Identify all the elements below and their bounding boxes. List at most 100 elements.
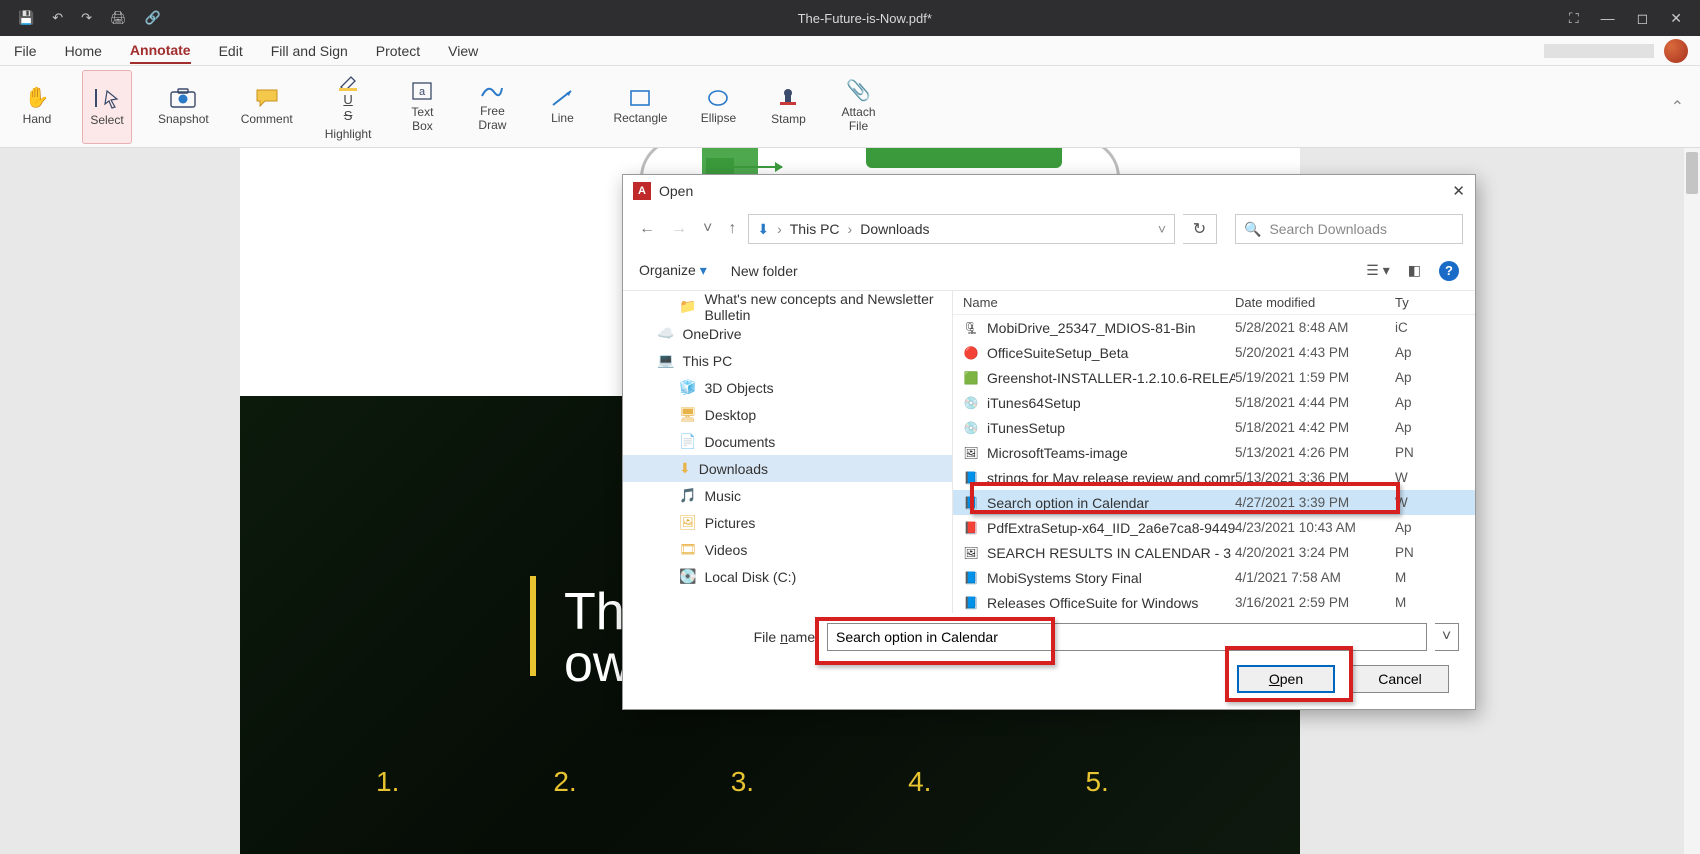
tree-item[interactable]: 📁What's new concepts and Newsletter Bull…	[623, 293, 952, 320]
undo-icon[interactable]: ↶	[52, 10, 63, 26]
step-2: 2.	[553, 766, 576, 798]
tree-item[interactable]: 🎵Music	[623, 482, 952, 509]
file-name-input[interactable]	[827, 623, 1427, 651]
file-row[interactable]: 📘Releases OfficeSuite for Windows3/16/20…	[953, 590, 1475, 613]
scrollbar-thumb[interactable]	[1686, 152, 1698, 194]
file-icon: 📘	[963, 495, 979, 511]
redo-icon[interactable]: ↷	[81, 10, 92, 26]
menu-fill-sign[interactable]: Fill and Sign	[271, 39, 348, 63]
step-numbers: 1. 2. 3. 4. 5.	[376, 766, 1109, 798]
file-row[interactable]: 🖼MicrosoftTeams-image5/13/2021 4:26 PMPN	[953, 440, 1475, 465]
tree-item[interactable]: 🖥Desktop	[623, 401, 952, 428]
file-row[interactable]: 📘Search option in Calendar4/27/2021 3:39…	[953, 490, 1475, 515]
col-name[interactable]: Name	[963, 295, 1235, 310]
help-icon[interactable]: ?	[1439, 261, 1459, 281]
cancel-button[interactable]: Cancel	[1351, 665, 1449, 693]
heading-fragment-2: ow	[564, 634, 630, 694]
tool-select[interactable]: Select	[82, 70, 132, 144]
tool-stamp[interactable]: Stamp	[763, 70, 813, 144]
view-mode-icon[interactable]: ☰ ▾	[1366, 262, 1389, 279]
tool-highlight[interactable]: U S Highlight	[319, 70, 378, 144]
file-row[interactable]: 📘strings for May release review and comm…	[953, 465, 1475, 490]
tool-rectangle[interactable]: Rectangle	[607, 70, 673, 144]
vertical-scrollbar[interactable]	[1684, 148, 1700, 854]
tool-freedraw[interactable]: Free Draw	[467, 70, 517, 144]
tool-hand-label: Hand	[23, 112, 52, 126]
refresh-button[interactable]: ↻	[1183, 214, 1217, 244]
menu-home[interactable]: Home	[65, 39, 102, 63]
menu-view[interactable]: View	[448, 39, 478, 63]
open-button[interactable]: Open	[1237, 665, 1335, 693]
close-window-icon[interactable]: ✕	[1670, 10, 1682, 27]
tool-textbox[interactable]: a Text Box	[397, 70, 447, 144]
col-type[interactable]: Ty	[1395, 295, 1437, 310]
rectangle-icon	[629, 89, 651, 107]
nav-history-icon[interactable]: ˅	[699, 216, 716, 242]
nav-back-icon[interactable]: ←	[635, 216, 659, 242]
user-avatar[interactable]	[1664, 39, 1688, 63]
file-name: MobiSystems Story Final	[987, 570, 1142, 586]
breadcrumb-bar[interactable]: ⬇ › This PC › Downloads ˅	[748, 214, 1175, 244]
tree-item[interactable]: 💽Local Disk (C:)	[623, 563, 952, 590]
file-row[interactable]: 🔴OfficeSuiteSetup_Beta5/20/2021 4:43 PMA…	[953, 340, 1475, 365]
file-list[interactable]: Name Date modified Ty 🗜MobiDrive_25347_M…	[953, 291, 1475, 613]
file-name: iTunes64Setup	[987, 395, 1081, 411]
tree-item-label: Music	[704, 488, 741, 504]
minimize-icon[interactable]: —	[1601, 10, 1615, 26]
step-5: 5.	[1085, 766, 1108, 798]
nav-up-icon[interactable]: ↑	[724, 216, 740, 242]
menu-protect[interactable]: Protect	[376, 39, 420, 63]
new-folder-button[interactable]: New folder	[731, 263, 798, 279]
tool-line[interactable]: Line	[537, 70, 587, 144]
step-3: 3.	[731, 766, 754, 798]
menu-edit[interactable]: Edit	[219, 39, 243, 63]
breadcrumb-dropdown-icon[interactable]: ˅	[1158, 221, 1166, 237]
file-row[interactable]: 🗜MobiDrive_25347_MDIOS-81-Bin5/28/2021 8…	[953, 315, 1475, 340]
strikethrough-icon[interactable]: S	[344, 108, 353, 123]
file-date: 5/18/2021 4:44 PM	[1235, 395, 1395, 410]
tree-item[interactable]: 💻This PC	[623, 347, 952, 374]
file-row[interactable]: 💿iTunes64Setup5/18/2021 4:44 PMAp	[953, 390, 1475, 415]
save-icon[interactable]: 💾	[18, 10, 34, 26]
organize-menu[interactable]: Organize ▾	[639, 262, 707, 279]
file-list-header[interactable]: Name Date modified Ty	[953, 291, 1475, 315]
dialog-close-icon[interactable]: ✕	[1452, 182, 1465, 200]
tool-attach[interactable]: 📎 Attach File	[833, 70, 883, 144]
file-date: 5/13/2021 3:36 PM	[1235, 470, 1395, 485]
maximize-icon[interactable]: ◻	[1637, 10, 1649, 27]
breadcrumb-downloads[interactable]: Downloads	[860, 221, 929, 237]
tool-snapshot[interactable]: Snapshot	[152, 70, 215, 144]
search-input[interactable]: 🔍 Search Downloads	[1235, 214, 1463, 244]
file-name-dropdown-icon[interactable]: ˅	[1435, 623, 1459, 651]
tree-item[interactable]: 🧊3D Objects	[623, 374, 952, 401]
print-icon[interactable]: 🖨	[110, 10, 127, 26]
tool-comment[interactable]: Comment	[235, 70, 299, 144]
file-row[interactable]: 💿iTunesSetup5/18/2021 4:42 PMAp	[953, 415, 1475, 440]
tool-hand[interactable]: ✋ Hand	[12, 70, 62, 144]
tool-ellipse[interactable]: Ellipse	[693, 70, 743, 144]
fullscreen-icon[interactable]: ⛶	[1569, 10, 1579, 27]
underline-icon[interactable]: U	[343, 92, 352, 107]
folder-tree[interactable]: 📁What's new concepts and Newsletter Bull…	[623, 291, 953, 613]
preview-pane-icon[interactable]: ◧	[1408, 262, 1421, 279]
file-row[interactable]: 📕PdfExtraSetup-x64_IID_2a6e7ca8-9449-4..…	[953, 515, 1475, 540]
nav-forward-icon[interactable]: →	[667, 216, 691, 242]
video-icon: 🎞	[679, 541, 697, 558]
collapse-ribbon-icon[interactable]: ⌃	[1671, 97, 1684, 117]
share-icon[interactable]: 🔗	[145, 10, 161, 26]
file-row[interactable]: 📘MobiSystems Story Final4/1/2021 7:58 AM…	[953, 565, 1475, 590]
file-row[interactable]: 🟩Greenshot-INSTALLER-1.2.10.6-RELEASE5/1…	[953, 365, 1475, 390]
tree-item[interactable]: 📄Documents	[623, 428, 952, 455]
tree-item[interactable]: ⬇Downloads	[623, 455, 952, 482]
menu-annotate[interactable]: Annotate	[130, 38, 191, 64]
step-1: 1.	[376, 766, 399, 798]
tree-item[interactable]: 🎞Videos	[623, 536, 952, 563]
menu-file[interactable]: File	[14, 39, 37, 63]
col-date[interactable]: Date modified	[1235, 295, 1395, 310]
file-row[interactable]: 🖼SEARCH RESULTS IN CALENDAR - 34/20/2021…	[953, 540, 1475, 565]
file-icon: 📘	[963, 470, 979, 486]
breadcrumb-this-pc[interactable]: This PC	[790, 221, 840, 237]
pics-icon: 🖼	[679, 514, 697, 531]
tree-item[interactable]: 🖼Pictures	[623, 509, 952, 536]
tree-item[interactable]: ☁️OneDrive	[623, 320, 952, 347]
